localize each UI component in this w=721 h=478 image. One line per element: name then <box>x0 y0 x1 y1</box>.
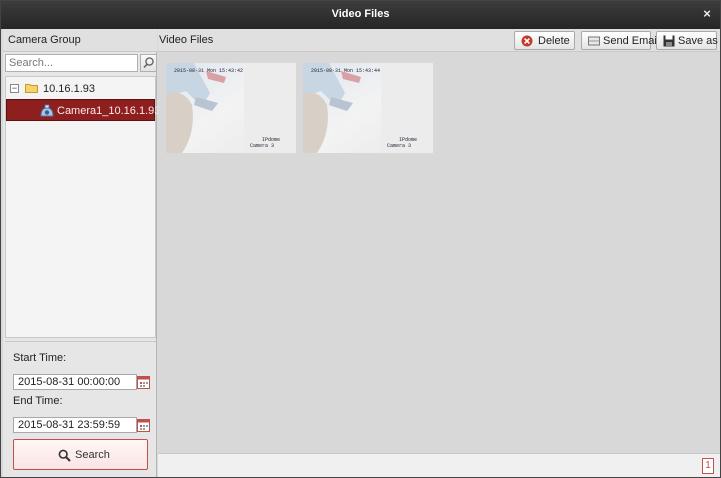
camera-icon <box>40 104 54 117</box>
pagination-bar: 1 <box>158 453 720 477</box>
page-number-button[interactable]: 1 <box>702 458 714 474</box>
folder-icon <box>25 84 38 93</box>
camera-search-row <box>5 54 157 74</box>
camera-group-title: Camera Group <box>8 34 81 46</box>
video-timestamp: 2015-08-31 Mon 15:43:42 <box>174 68 243 74</box>
video-caption-line2: Camera 3 <box>250 143 274 149</box>
video-files-window: Video Files × Camera Group − 10.16.1.93 <box>0 0 721 478</box>
end-time-field[interactable]: 2015-08-31 23:59:59 <box>13 417 137 433</box>
send-email-label: Send Email <box>603 35 660 47</box>
delete-icon <box>521 35 533 47</box>
video-file-thumbnail[interactable]: 2015-08-31 Mon 15:43:44 IPdome Camera 3 <box>303 63 433 153</box>
close-icon[interactable]: × <box>700 7 714 21</box>
start-time-field[interactable]: 2015-08-31 00:00:00 <box>13 374 137 390</box>
video-frame-image: 2015-08-31 Mon 15:43:44 IPdome Camera 3 <box>303 63 433 153</box>
delete-label: Delete <box>538 35 570 47</box>
tree-node-label: 10.16.1.93 <box>43 83 95 95</box>
search-icon <box>58 449 71 462</box>
email-icon <box>588 36 600 46</box>
video-files-toolbar: Video Files Delete Send Email Save as <box>158 29 720 52</box>
search-button[interactable]: Search <box>13 439 148 470</box>
search-button-label: Search <box>75 449 110 461</box>
search-icon <box>143 57 154 69</box>
end-time-label: End Time: <box>13 395 63 407</box>
tree-node-device[interactable]: − 10.16.1.93 <box>6 78 155 100</box>
calendar-icon[interactable] <box>137 375 150 389</box>
camera-group-header: Camera Group <box>3 29 157 52</box>
start-time-label: Start Time: <box>13 352 67 364</box>
save-icon <box>663 35 675 47</box>
title-bar: Video Files × <box>1 1 720 29</box>
camera-search-button[interactable] <box>140 54 157 72</box>
camera-tree: − 10.16.1.93 Camera1_10.16.1.93 <box>5 76 160 338</box>
collapse-toggle[interactable]: − <box>10 84 19 93</box>
video-files-header: Video Files <box>159 34 214 46</box>
save-as-button[interactable]: Save as <box>656 31 718 50</box>
delete-button[interactable]: Delete <box>514 31 575 50</box>
camera-group-panel: Camera Group − 10.16.1.93 <box>3 29 160 477</box>
calendar-icon[interactable] <box>137 418 150 432</box>
tree-node-camera1[interactable]: Camera1_10.16.1.93 <box>6 99 160 121</box>
save-as-label: Save as <box>678 35 718 47</box>
tree-node-label: Camera1_10.16.1.93 <box>57 105 161 117</box>
window-title: Video Files <box>331 8 390 20</box>
time-filter-section: Start Time: 2015-08-31 00:00:00 End Time… <box>5 341 156 475</box>
send-email-button[interactable]: Send Email <box>581 31 659 50</box>
camera-search-input[interactable] <box>5 54 138 72</box>
video-frame-image: 2015-08-31 Mon 15:43:42 IPdome Camera 3 <box>166 63 296 153</box>
video-file-thumbnail[interactable]: 2015-08-31 Mon 15:43:42 IPdome Camera 3 <box>166 63 296 153</box>
video-timestamp: 2015-08-31 Mon 15:43:44 <box>311 68 380 74</box>
video-file-grid: 2015-08-31 Mon 15:43:42 IPdome Camera 3 <box>158 53 720 453</box>
video-caption-line2: Camera 3 <box>387 143 411 149</box>
